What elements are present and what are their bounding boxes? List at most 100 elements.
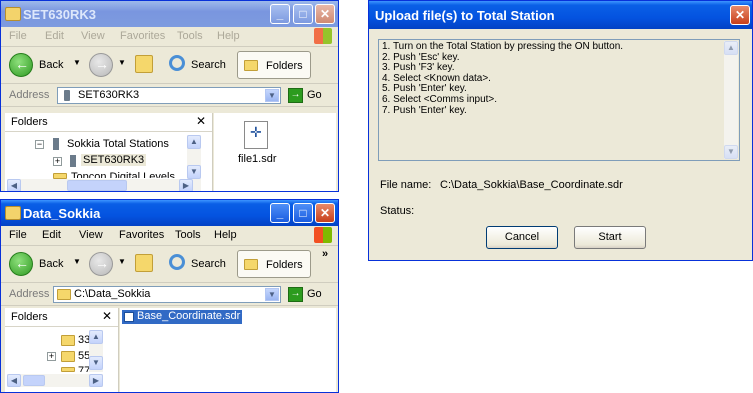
folders-pane-header: Folders ✕	[5, 113, 212, 132]
toolbar-overflow-chevron[interactable]: »	[322, 248, 328, 260]
search-icon[interactable]	[169, 55, 185, 71]
menu-tools[interactable]: Tools	[175, 229, 201, 241]
menu-favorites[interactable]: Favorites	[120, 30, 165, 42]
address-dropdown-button[interactable]: ▼	[265, 89, 279, 102]
scroll-thumb[interactable]	[23, 375, 45, 386]
menu-bar: File Edit View Favorites Tools Help	[1, 27, 338, 47]
scroll-right-button[interactable]: ▶	[89, 374, 103, 387]
explorer-window-set630rk3: SET630RK3 _ □ ✕ File Edit View Favorites…	[0, 0, 339, 192]
folders-button[interactable]: Folders	[237, 51, 311, 79]
maximize-button[interactable]: □	[293, 4, 313, 24]
start-button[interactable]: Start	[574, 226, 646, 249]
folders-pane-header: Folders ✕	[5, 308, 118, 327]
horizontal-scrollbar[interactable]: ◀ ▶	[7, 179, 201, 191]
folders-pane: Folders ✕ − Sokkia Total Stations + SET6…	[5, 113, 213, 191]
menu-favorites[interactable]: Favorites	[119, 229, 164, 241]
back-button[interactable]: ←	[9, 252, 33, 276]
window-title: Data_Sokkia	[23, 206, 101, 221]
title-bar[interactable]: SET630RK3 _ □ ✕	[1, 1, 338, 27]
scroll-down-button[interactable]: ▼	[89, 356, 103, 370]
scroll-left-button[interactable]: ◀	[7, 179, 21, 191]
file-view-pane: Base_Coordinate.sdr	[120, 308, 336, 392]
horizontal-scrollbar[interactable]: ◀ ▶	[7, 374, 103, 387]
window-title: SET630RK3	[23, 7, 96, 22]
scroll-down-button[interactable]: ▼	[187, 165, 201, 179]
scroll-up-button[interactable]: ▲	[89, 330, 103, 344]
close-pane-button[interactable]: ✕	[196, 114, 206, 128]
address-dropdown-button[interactable]: ▼	[265, 288, 279, 301]
expand-toggle[interactable]: +	[47, 352, 56, 361]
close-button[interactable]: ✕	[315, 203, 335, 223]
scroll-thumb[interactable]	[67, 180, 127, 191]
back-label: Back	[39, 258, 64, 270]
tree-item-set630rk3[interactable]: SET630RK3	[81, 154, 147, 166]
folders-button[interactable]: Folders	[237, 250, 311, 278]
go-arrow-icon[interactable]: →	[288, 88, 303, 103]
file-name[interactable]: file1.sdr	[238, 153, 277, 165]
search-label[interactable]: Search	[191, 59, 226, 71]
tree-item-sokkia[interactable]: Sokkia Total Stations	[67, 138, 169, 150]
menu-file[interactable]: File	[9, 30, 27, 42]
title-bar[interactable]: Data_Sokkia _ □ ✕	[1, 200, 338, 226]
file-name: Base_Coordinate.sdr	[137, 310, 241, 322]
toolbar: ← Back ▼ → ▼ Search Folders	[1, 47, 338, 84]
selected-file-row[interactable]: Base_Coordinate.sdr	[122, 310, 242, 324]
menu-edit[interactable]: Edit	[45, 30, 64, 42]
toolbar: ← Back ▼ → ▼ Search Folders »	[1, 246, 338, 283]
minimize-button[interactable]: _	[270, 4, 290, 24]
up-folder-icon[interactable]	[135, 55, 153, 73]
cancel-button[interactable]: Cancel	[486, 226, 558, 249]
close-pane-button[interactable]: ✕	[102, 309, 112, 323]
search-icon[interactable]	[169, 254, 185, 270]
back-label: Back	[39, 59, 64, 71]
file-view-pane: ✛ file1.sdr	[214, 113, 336, 191]
dropdown-arrow-icon[interactable]: ▼	[118, 58, 126, 67]
menu-file[interactable]: File	[9, 229, 27, 241]
device-icon	[70, 155, 76, 167]
go-button[interactable]: Go	[307, 89, 322, 101]
menu-help[interactable]: Help	[214, 229, 237, 241]
menu-help[interactable]: Help	[217, 30, 240, 42]
dropdown-arrow-icon[interactable]: ▼	[118, 257, 126, 266]
expand-toggle[interactable]: +	[53, 157, 62, 166]
sdr-file-icon[interactable]: ✛	[244, 121, 268, 149]
minimize-button[interactable]: _	[270, 203, 290, 223]
up-folder-icon[interactable]	[135, 254, 153, 272]
tree-item-topcon[interactable]: Topcon Digital Levels	[71, 171, 175, 178]
go-arrow-icon[interactable]: →	[288, 287, 303, 302]
search-label[interactable]: Search	[191, 258, 226, 270]
dropdown-arrow-icon[interactable]: ▼	[73, 58, 81, 67]
dialog-close-button[interactable]: ✕	[730, 5, 750, 25]
maximize-button[interactable]: □	[293, 203, 313, 223]
menu-view[interactable]: View	[79, 229, 103, 241]
device-icon	[53, 138, 59, 150]
vertical-scrollbar[interactable]: ▲ ▼	[724, 41, 738, 159]
instructions-box[interactable]: 1. Turn on the Total Station by pressing…	[378, 39, 740, 161]
address-input[interactable]: C:\Data_Sokkia ▼	[53, 286, 281, 303]
scroll-right-button[interactable]: ▶	[179, 179, 193, 191]
address-label: Address	[9, 89, 50, 101]
menu-view[interactable]: View	[81, 30, 105, 42]
address-label: Address	[9, 288, 50, 300]
address-input[interactable]: SET630RK3 ▼	[57, 87, 281, 104]
scroll-left-button[interactable]: ◀	[7, 374, 21, 387]
menu-tools[interactable]: Tools	[177, 30, 203, 42]
go-button[interactable]: Go	[307, 288, 322, 300]
vertical-scrollbar[interactable]: ▲ ▼	[187, 135, 201, 181]
scroll-down-button[interactable]: ▼	[724, 145, 738, 159]
forward-button[interactable]: →	[89, 53, 113, 77]
menu-edit[interactable]: Edit	[42, 229, 61, 241]
back-button[interactable]: ←	[9, 53, 33, 77]
explorer-window-data-sokkia: Data_Sokkia _ □ ✕ File Edit View Favorit…	[0, 199, 339, 393]
dialog-title-bar[interactable]: Upload file(s) to Total Station ✕	[369, 1, 752, 29]
collapse-toggle[interactable]: −	[35, 140, 44, 149]
forward-button[interactable]: →	[89, 252, 113, 276]
folder-icon	[5, 206, 21, 220]
scroll-up-button[interactable]: ▲	[724, 41, 738, 55]
vertical-scrollbar[interactable]: ▲ ▼	[89, 330, 103, 372]
scroll-up-button[interactable]: ▲	[187, 135, 201, 149]
close-button[interactable]: ✕	[315, 4, 335, 24]
dropdown-arrow-icon[interactable]: ▼	[73, 257, 81, 266]
upload-dialog: Upload file(s) to Total Station ✕ 1. Tur…	[368, 0, 753, 261]
address-bar: Address SET630RK3 ▼ → Go	[1, 84, 338, 107]
